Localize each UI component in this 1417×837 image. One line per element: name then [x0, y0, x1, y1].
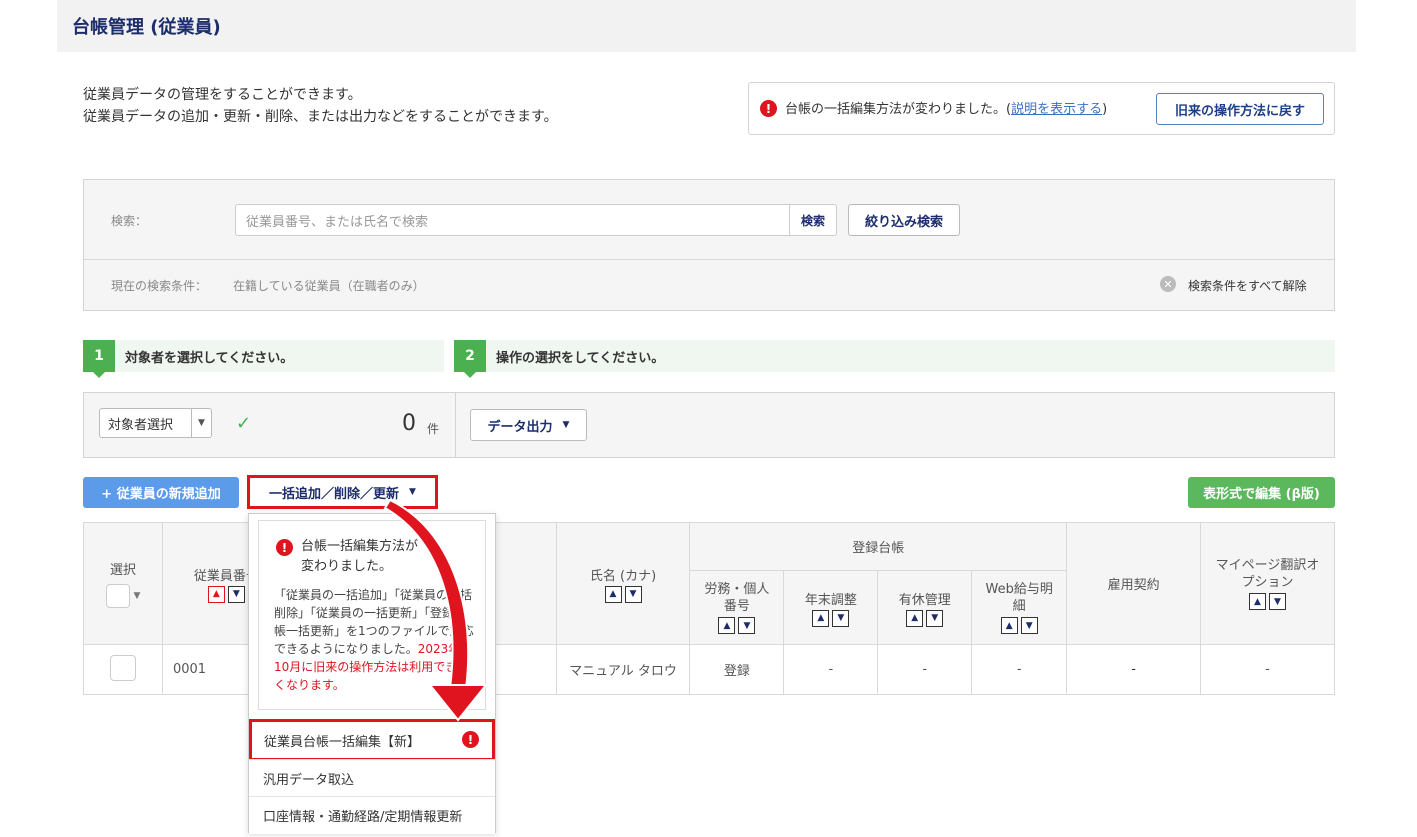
alert-icon: !: [760, 100, 777, 117]
alert-icon: !: [276, 539, 293, 556]
guide-arrow-shaft: [383, 500, 470, 689]
guide-arrow-icon: [383, 500, 489, 722]
page-title: 台帳管理 (従業員): [72, 17, 221, 38]
description-line-1: 従業員データの管理をすることができます。: [83, 87, 362, 103]
step-1: 1 対象者を選択してください。: [83, 340, 444, 378]
menu-item-ledger-bulk-edit[interactable]: 従業員台帳一括編集【新】 !: [249, 719, 495, 761]
sort-asc-icon[interactable]: ▲: [604, 585, 622, 603]
notice-text: 台帳の一括編集方法が変わりました。(説明を表示する): [785, 98, 1107, 117]
header-web-pay-label: Web給与明細: [985, 582, 1053, 614]
step-2-text: 操作の選択をしてください。: [496, 350, 665, 366]
description-line-2: 従業員データの追加・更新・削除、または出力などをすることができます。: [83, 109, 558, 125]
sort-desc-icon[interactable]: ▼: [926, 609, 944, 627]
step-2-number: 2: [454, 340, 486, 378]
step-1-text: 対象者を選択してください。: [125, 350, 294, 366]
cell-kana: マニュアル タロウ: [555, 644, 691, 695]
notice-message: 台帳の一括編集方法が変わりました。(: [785, 102, 1012, 117]
header-mypage: マイページ翻訳オプション ▲ ▼: [1200, 522, 1335, 645]
revert-operation-button[interactable]: 旧来の操作方法に戻す: [1156, 93, 1324, 125]
menu-item-generic-import[interactable]: 汎用データ取込: [249, 759, 495, 797]
chevron-down-icon: ▼: [191, 409, 211, 437]
header-kana: 氏名 (カナ) ▲ ▼: [555, 522, 691, 645]
header-leave: 有休管理 ▲ ▼: [877, 570, 973, 645]
sort-desc-icon[interactable]: ▼: [1269, 593, 1286, 610]
search-divider: [84, 259, 1334, 260]
data-export-label: データ出力: [487, 419, 553, 435]
check-icon: ✓: [236, 413, 252, 434]
add-employee-button[interactable]: + 従業員の新規追加: [83, 477, 239, 508]
search-label: 検索：: [111, 214, 148, 228]
sort-asc-icon[interactable]: ▲: [906, 609, 924, 627]
search-placeholder: 従業員番号、または氏名で検索: [246, 214, 429, 230]
step-1-number: 1: [83, 340, 115, 378]
cell-labor: 登録: [689, 644, 785, 695]
menu-item-account-update[interactable]: 口座情報・通勤経路/定期情報更新: [249, 796, 495, 834]
header-contract: 雇用契約: [1066, 522, 1202, 645]
header-kana-label: 氏名 (カナ): [589, 568, 657, 584]
row-checkbox-cell: [83, 644, 163, 695]
chevron-down-icon[interactable]: ▼: [134, 591, 141, 601]
filter-search-button[interactable]: 絞り込み検索: [848, 204, 960, 236]
sort-desc-icon[interactable]: ▼: [1020, 617, 1038, 634]
title-bar: [57, 0, 1356, 52]
caret-down-icon: ▼: [562, 420, 570, 430]
selected-count: 0: [402, 411, 416, 436]
clear-icon[interactable]: ✕: [1160, 276, 1176, 292]
search-condition-value: 在籍している従業員（在職者のみ）: [233, 279, 425, 293]
header-web-pay: Web給与明細 ▲ ▼: [971, 570, 1068, 645]
sort-desc-icon[interactable]: ▼: [832, 609, 850, 627]
show-explanation-link[interactable]: 説明を表示する: [1011, 102, 1102, 117]
cell-web-pay: -: [971, 644, 1068, 695]
header-labor-label: 労務・個人番号: [704, 582, 770, 614]
sort-desc-icon[interactable]: ▼: [227, 585, 245, 603]
header-year-end: 年末調整 ▲ ▼: [783, 570, 879, 645]
search-input[interactable]: 従業員番号、または氏名で検索: [235, 204, 790, 236]
header-mypage-label: マイページ翻訳オプション: [1215, 558, 1320, 590]
bulk-edit-label: 一括追加／削除／更新: [269, 486, 400, 502]
header-select-label: 選択: [109, 563, 136, 578]
selection-divider: [455, 393, 456, 457]
header-year-end-label: 年末調整: [804, 592, 857, 608]
header-labor: 労務・個人番号 ▲ ▼: [689, 570, 785, 645]
search-button[interactable]: 検索: [790, 204, 837, 236]
header-leave-label: 有休管理: [898, 592, 951, 608]
cell-contract: -: [1066, 644, 1202, 695]
notice-close-paren: ): [1102, 102, 1108, 117]
menu-item-label: 口座情報・通勤経路/定期情報更新: [263, 810, 463, 825]
menu-item-label: 汎用データ取込: [263, 773, 355, 788]
sort-asc-icon[interactable]: ▲: [1249, 593, 1266, 610]
cell-leave: -: [877, 644, 973, 695]
step-2: 2 操作の選択をしてください。: [454, 340, 1335, 378]
clear-conditions-link[interactable]: 検索条件をすべて解除: [1188, 277, 1307, 294]
data-export-button[interactable]: データ出力 ▼: [470, 409, 587, 441]
sort-asc-icon[interactable]: ▲: [1000, 617, 1018, 634]
select-all-checkbox[interactable]: [105, 584, 130, 608]
cell-year-end: -: [783, 644, 879, 695]
header-select: 選択 ▼: [83, 522, 163, 645]
sort-desc-icon[interactable]: ▼: [738, 617, 756, 634]
guide-arrow-head: [427, 684, 489, 722]
search-condition-label: 現在の検索条件：: [111, 279, 208, 293]
selection-panel: [83, 392, 1335, 458]
sort-asc-icon[interactable]: ▲: [812, 609, 830, 627]
alert-icon: !: [462, 731, 479, 748]
target-select-dropdown[interactable]: 対象者選択 ▼: [99, 408, 212, 438]
sort-asc-icon[interactable]: ▲: [718, 617, 736, 634]
sort-asc-icon[interactable]: ▲: [207, 585, 225, 603]
sort-desc-icon[interactable]: ▼: [624, 585, 642, 603]
row-checkbox[interactable]: [109, 654, 136, 681]
table-edit-button[interactable]: 表形式で編集 (β版): [1188, 477, 1335, 508]
selected-count-unit: 件: [427, 422, 440, 436]
target-select-label: 対象者選択: [108, 417, 174, 433]
page-description: 従業員データの管理をすることができます。 従業員データの追加・更新・削除、または…: [83, 84, 558, 128]
header-ledger-group: 登録台帳: [689, 522, 1068, 571]
caret-down-icon: ▼: [409, 487, 416, 497]
menu-item-label: 従業員台帳一括編集【新】: [264, 734, 421, 750]
cell-mypage: -: [1200, 644, 1335, 695]
